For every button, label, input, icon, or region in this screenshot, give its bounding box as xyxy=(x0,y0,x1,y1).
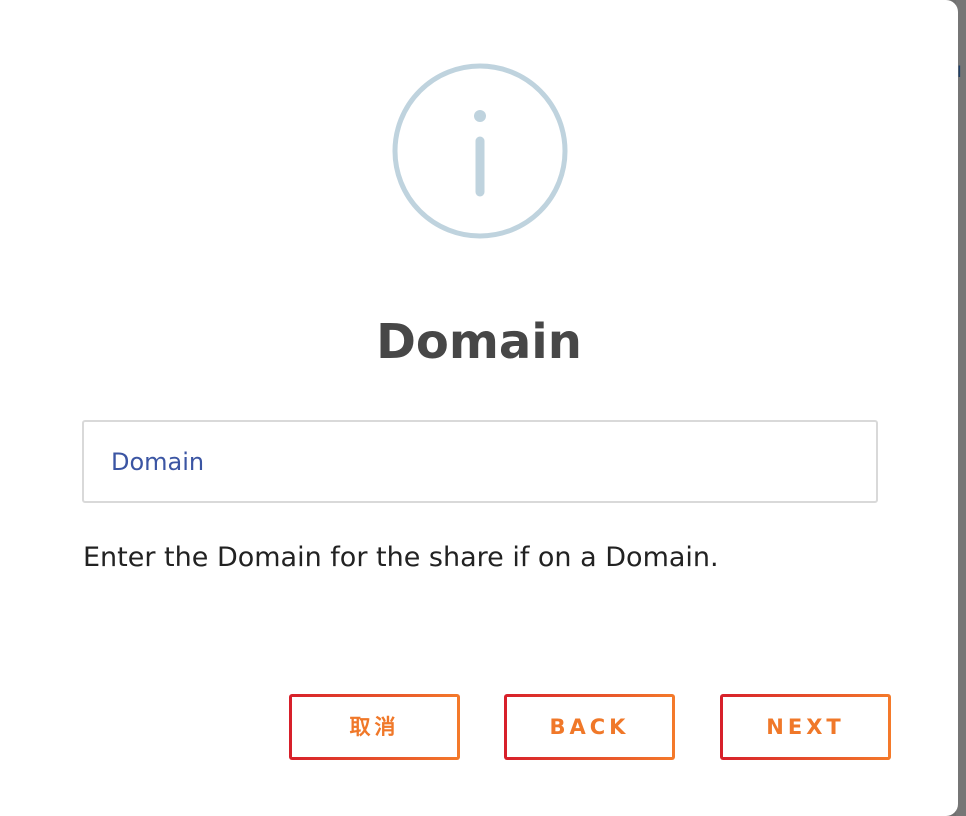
domain-dialog: Domain Enter the Domain for the share if… xyxy=(0,0,958,816)
next-button[interactable]: NEXT xyxy=(720,694,891,760)
helper-text: Enter the Domain for the share if on a D… xyxy=(83,542,719,573)
domain-input[interactable] xyxy=(82,420,878,503)
back-button[interactable]: BACK xyxy=(504,694,675,760)
cancel-button[interactable]: 取消 xyxy=(289,694,460,760)
dialog-title: Domain xyxy=(376,314,582,370)
info-circle-icon xyxy=(392,63,568,239)
